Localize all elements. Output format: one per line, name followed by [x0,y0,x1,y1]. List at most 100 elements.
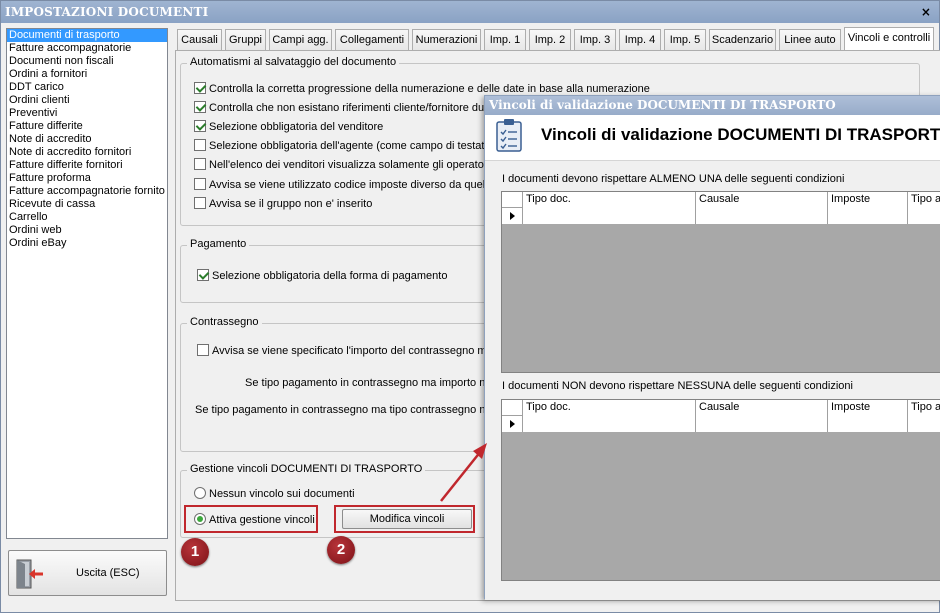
list-item[interactable]: Preventivi [7,107,167,120]
column-header[interactable]: Tipo doc. [522,192,695,208]
dialog-header-title: Vincoli di validazione DOCUMENTI DI TRAS… [541,125,940,144]
checkbox-riferimenti[interactable]: Controlla che non esistano riferimenti c… [194,101,490,115]
column-header[interactable]: Causale [695,192,827,208]
checkbox-label: Controlla la corretta progressione della… [209,83,650,95]
list-item[interactable]: Ordini web [7,224,167,237]
checkbox-label: Selezione obbligatoria del venditore [209,121,384,133]
group-legend: Gestione vincoli DOCUMENTI DI TRASPORTO [187,463,426,475]
checkbox-box[interactable] [194,158,206,170]
checkbox-label: Controlla che non esistano riferimenti c… [209,102,491,114]
tab-gruppi[interactable]: Gruppi [225,29,266,51]
checkbox-gruppo[interactable]: Avvisa se il gruppo non e' inserito [194,197,372,211]
close-icon[interactable]: × [919,1,933,23]
list-item[interactable]: Ordini a fornitori [7,68,167,81]
checkbox-label: Avvisa se viene specificato l'importo de… [212,345,493,357]
column-header[interactable]: Imposte [827,192,907,208]
checkbox-box[interactable] [194,120,206,132]
checkbox-label: Selezione obbligatoria dell'agente (come… [209,140,495,152]
clipboard-checklist-icon [496,119,522,152]
grid-nessuna[interactable]: Tipo doc. Causale Imposte Tipo ar [501,399,940,581]
list-item[interactable]: Note di accredito [7,133,167,146]
list-item[interactable]: Documenti di trasporto [7,29,167,42]
document-type-list[interactable]: Documenti di trasporto Fatture accompagn… [6,28,168,539]
checkbox-venditore[interactable]: Selezione obbligatoria del venditore [194,120,383,134]
list-item[interactable]: Fatture accompagnatorie [7,42,167,55]
table-cell[interactable] [827,416,907,432]
group-legend: Contrassegno [187,316,262,328]
checkbox-box[interactable] [194,197,206,209]
group-legend: Automatismi al salvataggio del documento [187,56,400,68]
tab-imp-5[interactable]: Imp. 5 [664,29,706,51]
list-item[interactable]: Fatture differite [7,120,167,133]
checkbox-box[interactable] [194,101,206,113]
table-row[interactable] [502,416,940,432]
tab-imp-2[interactable]: Imp. 2 [529,29,571,51]
table-cell[interactable] [907,416,940,432]
tab-strip: Causali Gruppi Campi agg. Collegamenti N… [177,27,940,51]
list-item[interactable]: Ricevute di cassa [7,198,167,211]
tab-collegamenti[interactable]: Collegamenti [335,29,409,51]
column-header[interactable]: Causale [695,400,827,416]
checkbox-codice-imposte[interactable]: Avvisa se viene utilizzato codice impost… [194,178,494,192]
column-header[interactable]: Tipo ar [907,192,940,208]
list-item[interactable]: Fatture differite fornitori [7,159,167,172]
table-cell[interactable] [522,208,695,224]
checkbox-numerazione[interactable]: Controlla la corretta progressione della… [194,82,650,96]
window-title: IMPOSTAZIONI DOCUMENTI [5,5,209,19]
checkbox-label: Nell'elenco dei venditori visualizza sol… [209,159,490,171]
checkbox-forma-pagamento[interactable]: Selezione obbligatoria della forma di pa… [197,269,447,283]
tab-imp-4[interactable]: Imp. 4 [619,29,661,51]
grid-almeno-una[interactable]: Tipo doc. Causale Imposte Tipo ar [501,191,940,373]
table-cell[interactable] [695,208,827,224]
list-item[interactable]: Carrello [7,211,167,224]
settings-window: IMPOSTAZIONI DOCUMENTI × Documenti di tr… [0,0,940,613]
group-legend: Pagamento [187,238,250,250]
checkbox-box[interactable] [197,269,209,281]
column-header[interactable]: Tipo ar [907,400,940,416]
list-item[interactable]: DDT carico [7,81,167,94]
list-item[interactable]: Ordini clienti [7,94,167,107]
tab-imp-1[interactable]: Imp. 1 [484,29,526,51]
callout-box-1 [184,505,318,533]
vincoli-dialog: Vincoli di validazione DOCUMENTI DI TRAS… [484,95,940,600]
table-row[interactable] [502,208,940,224]
tab-causali[interactable]: Causali [177,29,222,51]
checkbox-label: Avvisa se viene utilizzato codice impost… [209,179,494,191]
tab-scadenzario[interactable]: Scadenzario [709,29,776,51]
checkbox-box[interactable] [197,344,209,356]
checkbox-operatori[interactable]: Nell'elenco dei venditori visualizza sol… [194,158,490,172]
checkbox-contrassegno[interactable]: Avvisa se viene specificato l'importo de… [197,344,493,358]
list-item[interactable]: Fatture proforma [7,172,167,185]
radio-dot[interactable] [194,487,206,499]
list-item[interactable]: Fatture accompagnatorie fornito [7,185,167,198]
exit-button[interactable]: Uscita (ESC) [8,550,167,596]
tab-campi-agg[interactable]: Campi agg. [269,29,332,51]
dialog-header: Vincoli di validazione DOCUMENTI DI TRAS… [485,115,940,160]
list-item[interactable]: Ordini eBay [7,237,167,250]
checkbox-box[interactable] [194,82,206,94]
tab-linee-auto[interactable]: Linee auto [779,29,841,51]
checkbox-agente[interactable]: Selezione obbligatoria dell'agente (come… [194,139,494,153]
table-cell[interactable] [522,416,695,432]
list-item[interactable]: Note di accredito fornitori [7,146,167,159]
tab-numerazioni[interactable]: Numerazioni [412,29,481,51]
contrassegno-rule-2: Se tipo pagamento in contrassegno ma tip… [195,404,492,416]
grid2-caption: I documenti NON devono rispettare NESSUN… [502,380,853,392]
tab-imp-3[interactable]: Imp. 3 [574,29,616,51]
grid-header: Tipo doc. Causale Imposte Tipo ar [502,192,940,208]
column-header[interactable]: Imposte [827,400,907,416]
tab-vincoli-e-controlli[interactable]: Vincoli e controlli [844,27,934,51]
checkbox-box[interactable] [194,139,206,151]
column-header[interactable]: Tipo doc. [522,400,695,416]
callout-arrow-icon [440,443,487,502]
window-titlebar: IMPOSTAZIONI DOCUMENTI × [1,1,939,23]
list-item[interactable]: Documenti non fiscali [7,55,167,68]
table-cell[interactable] [907,208,940,224]
table-cell[interactable] [695,416,827,432]
exit-button-label: Uscita (ESC) [76,567,140,579]
checkbox-box[interactable] [194,178,206,190]
table-cell[interactable] [827,208,907,224]
grid-header: Tipo doc. Causale Imposte Tipo ar [502,400,940,416]
radio-nessun-vincolo[interactable]: Nessun vincolo sui documenti [194,487,355,501]
radio-label: Nessun vincolo sui documenti [209,488,355,500]
